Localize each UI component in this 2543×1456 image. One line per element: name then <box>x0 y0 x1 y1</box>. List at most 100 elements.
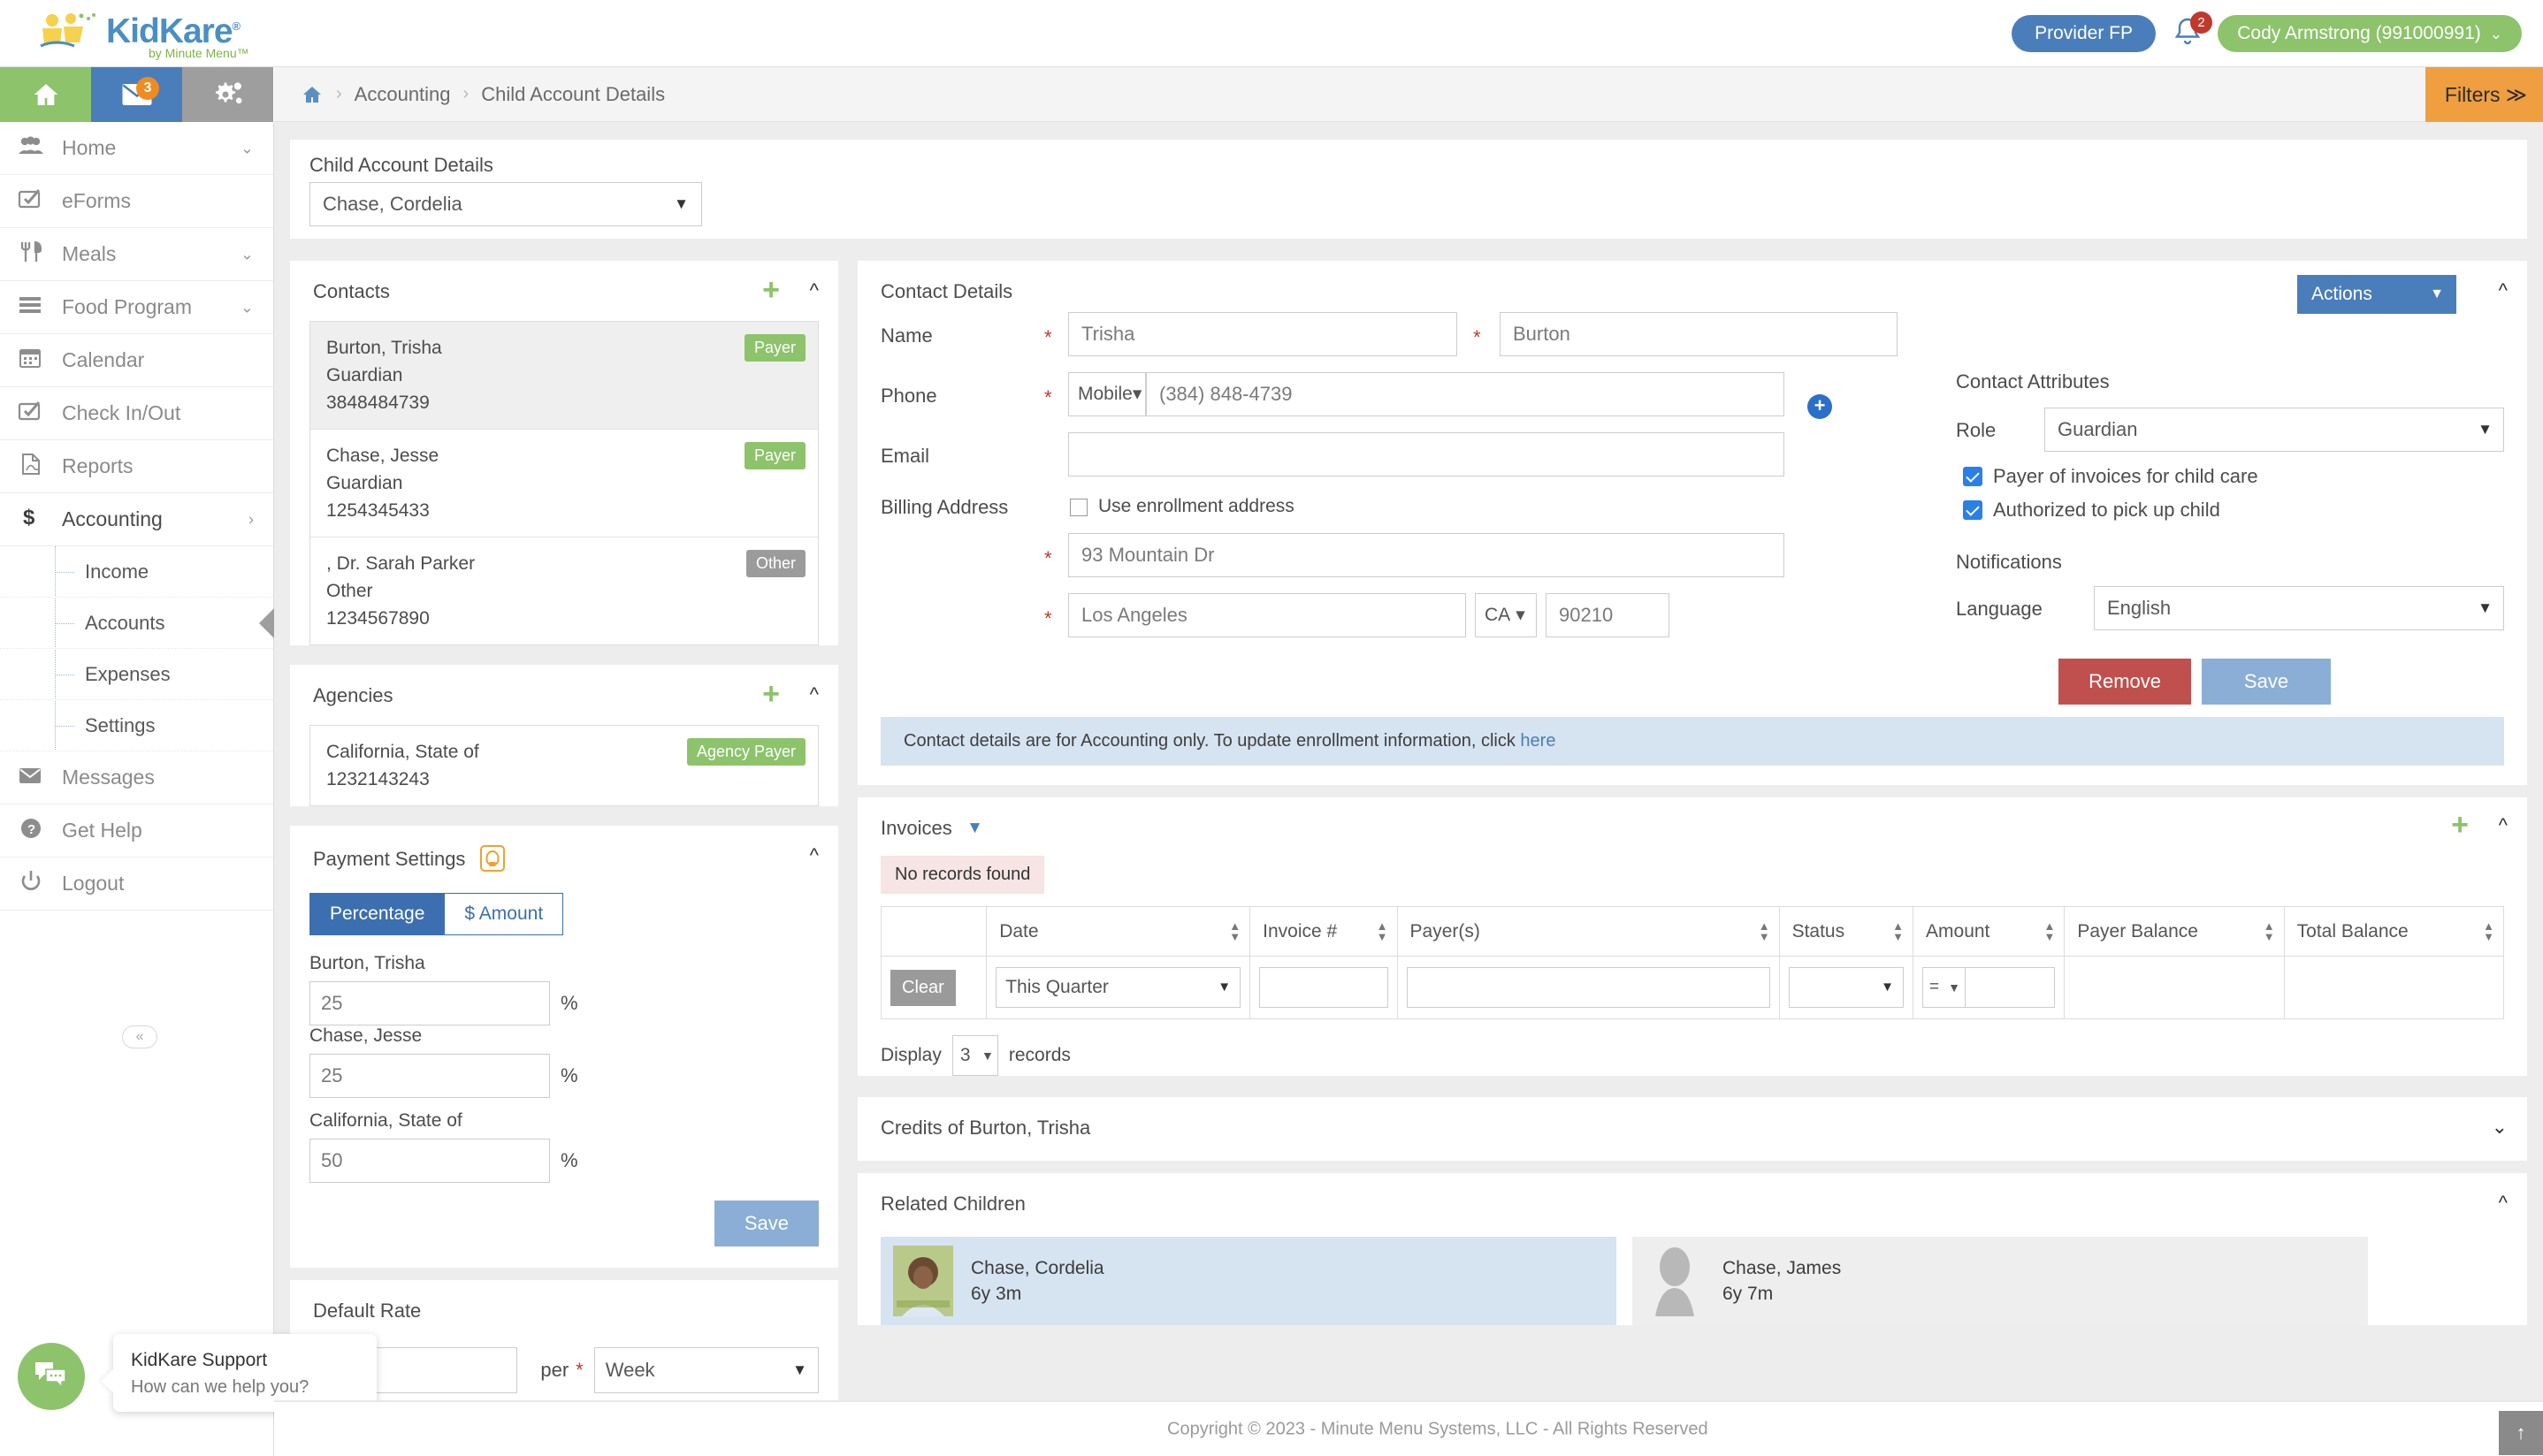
email-input[interactable] <box>1068 432 1784 476</box>
column-header-payer-balance[interactable]: Payer Balance ▲ ▼ <box>2064 906 2285 957</box>
column-header-date[interactable]: Date ▲ ▼ <box>986 906 1251 957</box>
add-invoice-icon[interactable]: + <box>2451 810 2469 840</box>
home-quick-button[interactable] <box>0 67 91 122</box>
clear-filters-button[interactable]: Clear <box>890 969 956 1006</box>
sidebar-item-meals[interactable]: Meals ⌄ <box>0 228 273 281</box>
child-account-select[interactable]: Chase, Cordelia ▼ <box>309 182 702 226</box>
home-icon[interactable] <box>301 84 324 105</box>
collapse-contact-details-icon[interactable]: ^ <box>2499 278 2508 303</box>
filters-button[interactable]: Filters ≫ <box>2425 67 2543 122</box>
remove-contact-button[interactable]: Remove <box>2058 659 2191 705</box>
toggle-dollar-amount[interactable]: $ Amount <box>445 893 564 935</box>
sidebar-item-home[interactable]: Home ⌄ <box>0 122 273 175</box>
kidkare-logo[interactable]: KidKare® by Minute Menu™ <box>39 7 286 64</box>
street-input[interactable]: 93 Mountain Dr <box>1068 533 1784 577</box>
status-badge: Other <box>745 550 806 577</box>
filter-payers-input[interactable] <box>1406 967 1770 1008</box>
collapse-agencies-icon[interactable]: ^ <box>810 682 819 707</box>
sidebar-item-accounts[interactable]: Accounts <box>0 598 274 649</box>
sidebar-item-reports[interactable]: Reports <box>0 440 273 493</box>
sidebar-item-accounting[interactable]: $ Accounting › <box>0 493 273 546</box>
display-count-select[interactable]: 3 ▼ <box>951 1035 998 1076</box>
payment-percent-input[interactable]: 25 <box>309 981 550 1025</box>
column-header-invoice-number[interactable]: Invoice # ▲ ▼ <box>1249 906 1398 957</box>
city-input[interactable]: Los Angeles <box>1068 593 1466 637</box>
home-icon <box>34 84 57 105</box>
credits-header: Credits of Burton, Trisha ⌄ <box>858 1097 2527 1161</box>
sidebar-item-get-help[interactable]: ? Get Help <box>0 804 273 858</box>
add-agency-icon[interactable]: + <box>762 679 780 709</box>
state-select[interactable]: CA ▾ <box>1475 593 1537 637</box>
authorized-pickup-checkbox[interactable] <box>1963 500 1982 520</box>
sidebar-item-expenses[interactable]: Expenses <box>0 649 273 700</box>
chevron-down-icon: ⌄ <box>240 245 254 263</box>
column-header-status[interactable]: Status ▲ ▼ <box>1778 906 1914 957</box>
sidebar-item-settings[interactable]: Settings <box>0 700 273 751</box>
sidebar-item-check-in-out[interactable]: Check In/Out <box>0 387 273 440</box>
collapse-payment-settings-icon[interactable]: ^ <box>810 843 819 868</box>
credits-card[interactable]: Credits of Burton, Trisha ⌄ <box>858 1097 2527 1161</box>
sidebar-item-messages[interactable]: Messages <box>0 751 273 804</box>
collapse-invoices-icon[interactable]: ^ <box>2499 813 2508 838</box>
save-payment-settings-button[interactable]: Save <box>714 1201 819 1246</box>
messages-quick-button[interactable]: 3 <box>91 67 182 122</box>
add-contact-icon[interactable]: + <box>762 275 780 305</box>
sidebar-item-logout[interactable]: Logout <box>0 858 273 911</box>
toggle-percentage[interactable]: Percentage <box>309 893 446 935</box>
support-chat-button[interactable] <box>18 1343 85 1410</box>
language-select[interactable]: English ▼ <box>2094 586 2504 630</box>
default-rate-header: Default Rate <box>290 1280 838 1331</box>
related-child-card[interactable]: Chase, James 6y 7m <box>1632 1237 2368 1325</box>
phone-type-select[interactable]: Mobile▾ <box>1068 372 1146 416</box>
filter-amount-operator-select[interactable]: = ▼ <box>1922 967 1966 1008</box>
state-value: CA <box>1485 605 1511 625</box>
column-header-total-balance[interactable]: Total Balance ▲ ▼ <box>2283 906 2505 957</box>
breadcrumb-item-accounting[interactable]: Accounting <box>355 83 451 106</box>
column-header-payers[interactable]: Payer(s) ▲ ▼ <box>1396 906 1780 957</box>
collapse-contacts-icon[interactable]: ^ <box>810 278 819 303</box>
save-contact-button[interactable]: Save <box>2202 659 2331 705</box>
sidebar-item-food-program[interactable]: Food Program ⌄ <box>0 281 273 334</box>
user-menu-button[interactable]: Cody Armstrong (991000991) ⌄ <box>2218 15 2522 52</box>
zip-input[interactable]: 90210 <box>1546 593 1669 637</box>
scroll-to-top-button[interactable]: ↑ <box>2499 1411 2543 1455</box>
invoices-title: Invoices <box>881 817 952 839</box>
collapse-related-children-icon[interactable]: ^ <box>2499 1191 2508 1216</box>
email-label: Email <box>881 445 930 467</box>
related-child-card[interactable]: Chase, Cordelia 6y 3m <box>881 1237 1616 1325</box>
first-name-input[interactable]: Trisha <box>1068 312 1457 356</box>
lightbulb-icon[interactable] <box>479 845 505 872</box>
sidebar-item-calendar[interactable]: Calendar <box>0 334 273 387</box>
sidebar-item-eforms[interactable]: eForms <box>0 175 273 228</box>
chevron-down-icon: ▼ <box>2478 599 2493 616</box>
agencies-list: California, State of 1232143243 Agency P… <box>309 725 819 806</box>
notifications-bell[interactable]: 2 <box>2172 11 2212 53</box>
filter-status-select[interactable]: ▼ <box>1788 967 1905 1008</box>
payment-percent-input[interactable]: 25 <box>309 1054 550 1098</box>
use-enrollment-address-checkbox[interactable] <box>1070 499 1088 516</box>
default-rate-period-select[interactable]: Week ▼ <box>593 1347 819 1393</box>
invoices-filter-caret-icon[interactable]: ▼ <box>966 819 983 838</box>
payer-of-invoices-checkbox[interactable] <box>1963 467 1982 486</box>
phone-number-input[interactable]: (384) 848-4739 <box>1146 372 1784 416</box>
related-child-info: Chase, James 6y 7m <box>1722 1255 1841 1307</box>
last-name-input[interactable]: Burton <box>1500 312 1898 356</box>
filter-amount-input[interactable] <box>1965 967 2056 1008</box>
list-item[interactable]: Chase, Jesse Guardian 1254345433 Payer <box>310 430 818 537</box>
sidebar-item-income[interactable]: Income <box>0 546 273 598</box>
provider-button[interactable]: Provider FP <box>2012 15 2156 52</box>
list-item[interactable]: , Dr. Sarah Parker Other 1234567890 Othe… <box>310 537 818 644</box>
add-phone-icon[interactable]: + <box>1807 394 1832 419</box>
column-header-amount[interactable]: Amount ▲ ▼ <box>1913 906 2066 957</box>
filter-date-select[interactable]: This Quarter ▼ <box>996 967 1241 1008</box>
contact-details-title: Contact Details <box>881 280 1013 302</box>
payment-percent-input[interactable]: 50 <box>309 1139 550 1183</box>
list-item[interactable]: California, State of 1232143243 Agency P… <box>310 726 818 805</box>
sidebar-collapse-button[interactable]: « <box>122 1025 157 1048</box>
filter-invoice-input[interactable] <box>1259 967 1388 1008</box>
enrollment-link[interactable]: here <box>1520 731 1555 751</box>
settings-quick-button[interactable] <box>182 67 273 122</box>
list-item[interactable]: Burton, Trisha Guardian 3848484739 Payer <box>310 322 818 430</box>
role-select[interactable]: Guardian ▼ <box>2044 408 2504 452</box>
expand-credits-icon[interactable]: ⌄ <box>2492 1115 2508 1140</box>
